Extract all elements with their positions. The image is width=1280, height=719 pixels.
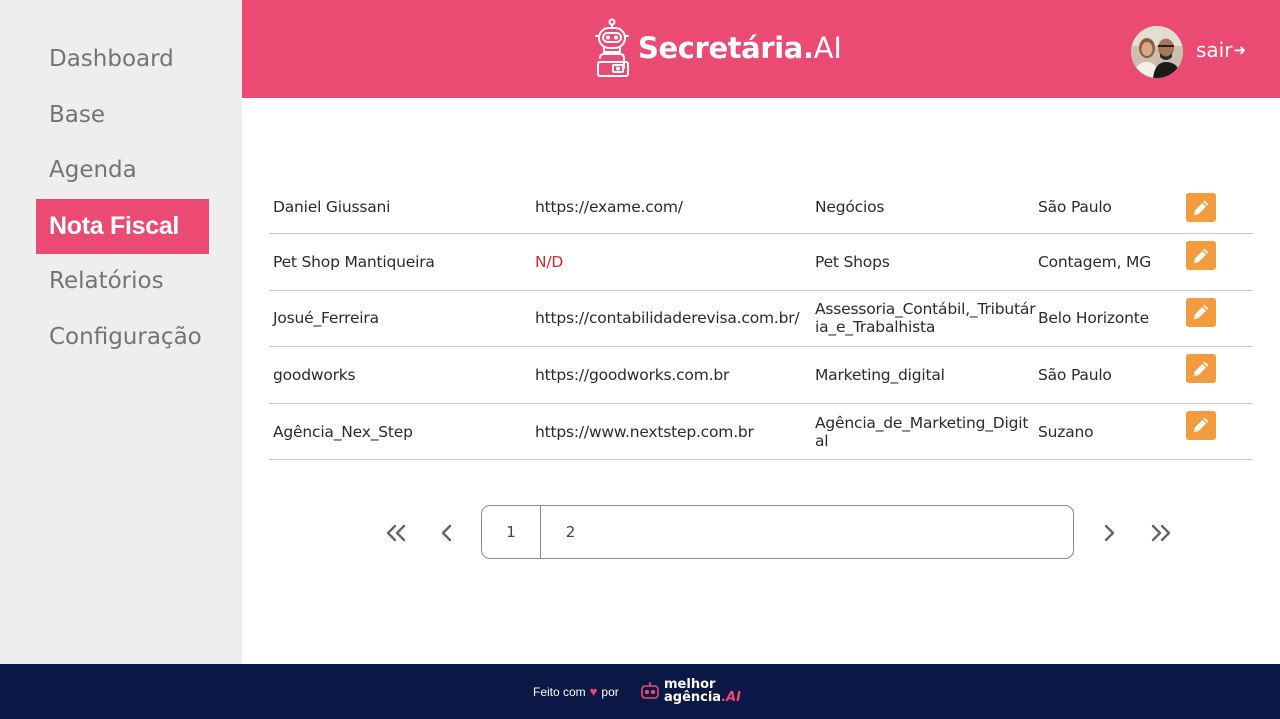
cell-category: Agência_de_Marketing_Digital	[815, 413, 1029, 450]
page-button-2[interactable]: 2	[541, 506, 600, 558]
cell-url: N/D	[535, 252, 564, 271]
heart-icon: ♥	[589, 684, 598, 699]
cell-category: Negócios	[815, 197, 885, 216]
cell-url: https://www.nextstep.com.br	[535, 422, 754, 441]
cell-name: Josué_Ferreira	[273, 309, 379, 328]
edit-button[interactable]	[1186, 297, 1216, 327]
page-selector: 1 2	[481, 505, 1074, 559]
pencil-icon	[1193, 248, 1209, 263]
footer-by: por	[601, 684, 619, 699]
sidebar-item-agenda[interactable]: Agenda	[36, 143, 209, 199]
pencil-icon	[1193, 304, 1209, 320]
robot-icon	[595, 18, 629, 77]
sidebar-nav: Dashboard Base Agenda Nota Fiscal Relató…	[36, 32, 209, 365]
page-button-1[interactable]: 1	[482, 506, 541, 558]
logo-wordmark: melhor agência.AI	[664, 678, 741, 704]
last-page-button[interactable]	[1146, 518, 1176, 548]
melhor-agencia-logo[interactable]: melhor agência.AI	[639, 678, 741, 704]
cell-city: Suzano	[1038, 422, 1094, 441]
next-page-button[interactable]	[1094, 518, 1124, 548]
pencil-icon	[1193, 417, 1209, 433]
double-chevron-left-icon	[386, 524, 406, 542]
cell-category: Pet Shops	[815, 252, 890, 271]
sidebar-item-nota-fiscal[interactable]: Nota Fiscal	[36, 198, 209, 254]
logout-link[interactable]: sair ➜	[1196, 38, 1246, 62]
footer-credit: Feito com ♥ por	[533, 684, 619, 699]
user-avatar[interactable]	[1131, 26, 1183, 78]
logo-ai-suffix: .AI	[721, 690, 741, 705]
cell-city: São Paulo	[1038, 197, 1112, 216]
edit-button[interactable]	[1186, 241, 1216, 270]
cell-name: goodworks	[273, 365, 356, 384]
pencil-icon	[1193, 200, 1209, 215]
cell-name: Agência_Nex_Step	[273, 422, 413, 441]
edit-button[interactable]	[1186, 410, 1216, 440]
logo-line-2: agência.AI	[664, 691, 741, 704]
table-row: goodworks https://goodworks.com.br Marke…	[269, 347, 1253, 404]
prev-page-button[interactable]	[432, 518, 462, 548]
first-page-button[interactable]	[381, 518, 411, 548]
cell-city: Belo Horizonte	[1038, 309, 1149, 328]
edit-button[interactable]	[1186, 193, 1216, 222]
sidebar-item-dashboard[interactable]: Dashboard	[36, 32, 209, 88]
sidebar-item-base[interactable]: Base	[36, 88, 209, 144]
cell-url: https://contabilidaderevisa.com.br/	[535, 309, 800, 328]
brand-name: Secretária.	[638, 31, 814, 65]
footer-made-with: Feito com	[533, 684, 586, 699]
double-chevron-right-icon	[1151, 524, 1171, 542]
chevron-left-icon	[441, 524, 452, 542]
edit-button[interactable]	[1186, 354, 1216, 384]
logout-label: sair	[1196, 38, 1233, 62]
table-row: Pet Shop Mantiqueira N/D Pet Shops Conta…	[269, 234, 1253, 291]
pencil-icon	[1193, 361, 1209, 377]
sidebar: Dashboard Base Agenda Nota Fiscal Relató…	[0, 0, 242, 664]
arrow-right-icon: ➜	[1233, 41, 1247, 59]
cell-name: Pet Shop Mantiqueira	[273, 252, 435, 271]
cell-url: https://goodworks.com.br	[535, 365, 730, 384]
cell-url: https://exame.com/	[535, 197, 683, 216]
sidebar-item-configuracao[interactable]: Configuração	[36, 310, 209, 366]
sidebar-item-relatorios[interactable]: Relatórios	[36, 254, 209, 310]
avatar-photo-icon	[1131, 26, 1183, 78]
robot-logo-icon	[641, 682, 659, 699]
brand-logo[interactable]: Secretária. AI	[592, 18, 842, 78]
footer: Feito com ♥ por melhor agência.AI	[0, 664, 1280, 719]
cell-city: São Paulo	[1038, 365, 1112, 384]
cell-category: Assessoria_Contábil,_Tributária_e_Trabal…	[815, 300, 1036, 337]
table-row: Josué_Ferreira https://contabilidaderevi…	[269, 291, 1253, 348]
cell-category: Marketing_digital	[815, 365, 945, 384]
clients-table: Daniel Giussani https://exame.com/ Negóc…	[269, 180, 1253, 461]
app-root: Dashboard Base Agenda Nota Fiscal Relató…	[0, 0, 1280, 719]
cell-city: Contagem, MG	[1038, 252, 1152, 271]
table-row: Daniel Giussani https://exame.com/ Negóc…	[269, 180, 1253, 234]
logo-line-2-text: agência	[664, 690, 722, 705]
brand-suffix: AI	[813, 31, 842, 65]
table-row: Agência_Nex_Step https://www.nextstep.co…	[269, 404, 1253, 461]
cell-name: Daniel Giussani	[273, 197, 391, 216]
header: Secretária. AI sair ➜	[242, 0, 1280, 98]
chevron-right-icon	[1104, 524, 1115, 542]
